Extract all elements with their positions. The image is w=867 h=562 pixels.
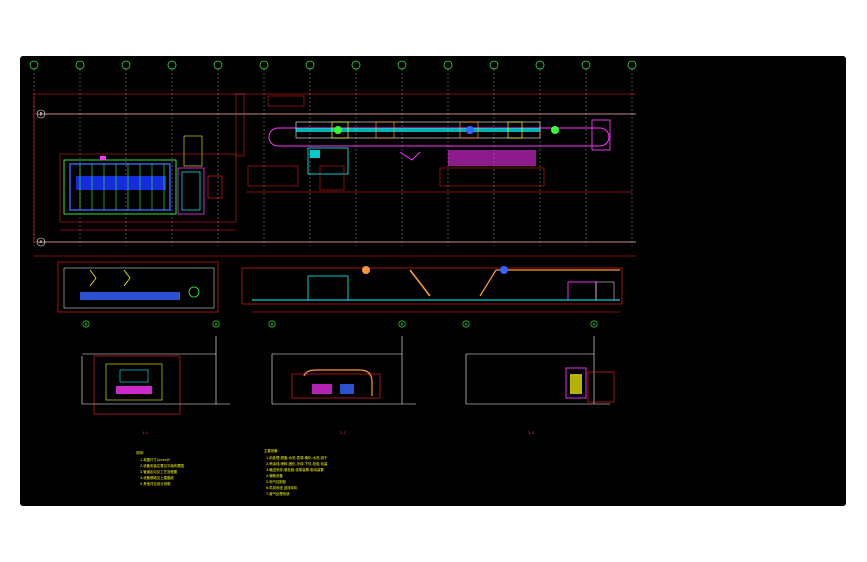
notes-left-line: 3.管道走向见工艺流程图 [140,469,178,474]
grid-axis-bubble [351,60,361,70]
svg-text:B: B [271,322,274,326]
cad-drawing-canvas: B A B B B B A A 1-1 2-2 3-3 说明: 1.本图尺寸以m… [20,56,846,506]
section-views [81,336,615,415]
svg-text:A: A [465,322,468,326]
section-mark-4: B [398,320,406,328]
notes-left: 说明: 1.本图尺寸以mm计 2.设备安装位置见平面布置图 3.管道走向见工艺流… [136,450,185,486]
grid-axis-bubble [29,60,39,70]
grid-axis-bubble [627,60,637,70]
grid-axis-bubble [397,60,407,70]
svg-text:A: A [40,239,43,244]
grid-axis-bubble [259,60,269,70]
svg-text:B: B [85,322,88,326]
svg-text:B: B [401,322,404,326]
notes-right-line: 6.供风系统 送排风机 [266,485,298,490]
notes-right-line: 4.辅助设备 [266,473,283,478]
grid-axis-bubble [581,60,591,70]
grid-axis-bubble [489,60,499,70]
notes-right-line: 5.电气控制柜 [266,479,287,484]
svg-text:B: B [40,111,43,116]
notes-right-line: 7.废气处理系统 [266,491,290,496]
dimension-lines [33,93,636,257]
grid-axis-bubble [213,60,223,70]
grid-axis-bubble [443,60,453,70]
grid-axis-bubble [535,60,545,70]
spray-booth-plan [59,135,237,231]
notes-left-heading: 说明: [136,450,144,455]
view-label-1: 1-1 [142,431,148,435]
svg-text:A: A [593,322,596,326]
notes-left-line: 4.设备基础见土建图纸 [140,475,174,480]
section-mark-2: B [212,320,220,328]
grid-axis-bubble [305,60,315,70]
grid-axis-bubbles [29,60,637,246]
grid-axis-bubble [121,60,131,70]
notes-left-line: 1.本图尺寸以mm计 [140,457,171,462]
grid-axis-bubble [75,60,85,70]
conveyor-line-plan [235,93,632,193]
side-elevation [57,261,623,313]
svg-text:B: B [215,322,218,326]
notes-right-line: 3.输送系统-悬挂链-张紧装置-驱动装置 [266,467,324,472]
section-mark-5: A [462,320,470,328]
notes-right: 主要设备: 1.前处理-脱脂-水洗-表调-磷化-水洗-烘干 2.喷涂线-喷粉-固… [264,448,328,496]
view-label-3: 3-3 [528,431,534,435]
grid-axis-bubble [167,60,177,70]
notes-right-line: 1.前处理-脱脂-水洗-表调-磷化-水洗-烘干 [266,455,328,460]
section-mark-1: B [82,320,90,328]
notes-left-line: 2.设备安装位置见平面布置图 [140,463,185,468]
factory-layout-drawing: B A B B B B A A 1-1 2-2 3-3 说明: 1.本图尺寸以m… [29,60,637,496]
notes-right-line: 2.喷涂线-喷粉-固化-冷却-下件-检验-包装 [266,461,328,466]
section-mark-3: B [268,320,276,328]
view-label-2: 2-2 [340,431,346,435]
notes-left-line: 5.其他详见设计说明 [140,481,171,486]
section-mark-6: A [590,320,598,328]
notes-right-heading: 主要设备: [264,448,279,453]
